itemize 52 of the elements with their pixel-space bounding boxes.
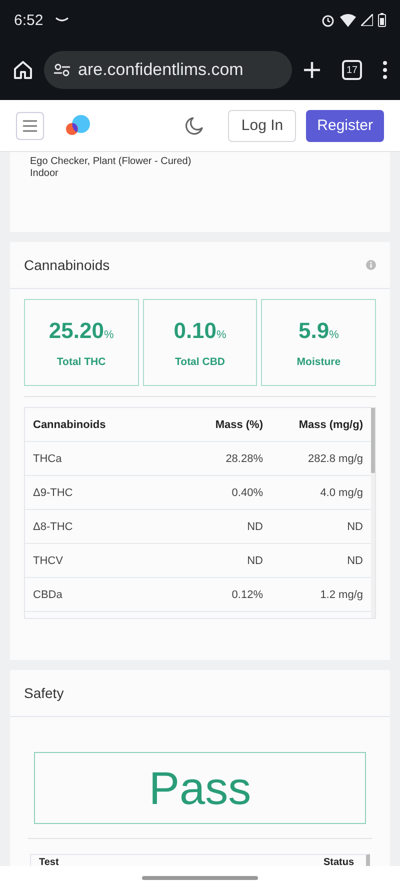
column-header: Status <box>323 857 354 870</box>
result-text: Pass <box>148 761 252 815</box>
table-cell-text: Δ8-THC <box>33 520 74 532</box>
product-detail: Indoor <box>30 168 60 180</box>
stat-label: Moisture <box>296 356 341 368</box>
site-settings-icon[interactable] <box>54 63 70 77</box>
table-cell-text: THCa <box>33 452 63 464</box>
table-cell-text: 0.40% <box>230 486 263 498</box>
stat-label: Total CBD <box>175 356 225 368</box>
logo-icon[interactable] <box>64 114 92 136</box>
clock-time: 6:52 <box>14 12 44 28</box>
battery-icon <box>378 13 386 27</box>
table-cell-text: ND <box>246 520 263 532</box>
table-cell-text: 282.8 mg/g <box>306 452 363 464</box>
table-cell-text: CBDa <box>33 588 64 600</box>
notification-icon <box>55 17 70 23</box>
address-bar[interactable]: are.confidentlims.com <box>44 51 292 89</box>
stat-value: 5.9% <box>298 318 339 344</box>
table-cell-text: ND <box>346 520 363 532</box>
register-button[interactable]: Register <box>306 110 384 142</box>
table-cell-text: ND <box>346 554 363 566</box>
tab-count[interactable]: 17 <box>342 60 362 80</box>
alarm-icon <box>321 13 335 27</box>
login-button[interactable]: Log In <box>228 110 296 142</box>
menu-button[interactable] <box>16 112 44 140</box>
column-header: Mass (%) <box>214 418 263 430</box>
stat-value: 0.10% <box>174 318 226 344</box>
new-tab-icon[interactable] <box>302 60 322 80</box>
column-header: Test <box>39 857 59 870</box>
product-detail: Ego Checker, Plant (Flower - Cured) <box>30 156 192 168</box>
home-indicator[interactable] <box>142 876 258 880</box>
table-cell-text: 4.0 mg/g <box>319 486 363 498</box>
table-cell-text: 28.28% <box>224 452 263 464</box>
url-text: are.confidentlims.com <box>78 60 244 80</box>
moon-icon[interactable] <box>184 116 204 136</box>
section-title: Safety <box>24 685 64 701</box>
more-menu-icon[interactable] <box>382 60 388 80</box>
table-cell-text: Δ9-THC <box>33 486 74 498</box>
table-cell-text: ND <box>246 554 263 566</box>
stat-value: 25.20% <box>48 318 114 344</box>
wifi-icon <box>340 14 356 26</box>
section-title: Cannabinoids <box>24 257 110 273</box>
table-cell-text: THCV <box>33 554 64 566</box>
table-cell-text: 0.12% <box>230 588 263 600</box>
table-cell-text: 1.2 mg/g <box>319 588 363 600</box>
stat-label: Total THC <box>56 356 106 368</box>
signal-icon <box>361 14 373 26</box>
column-header: Cannabinoids <box>33 418 107 430</box>
column-header: Mass (mg/g) <box>298 418 363 430</box>
scrollbar-thumb[interactable] <box>371 408 375 473</box>
home-icon[interactable] <box>12 59 34 81</box>
menu-icon <box>23 120 37 132</box>
